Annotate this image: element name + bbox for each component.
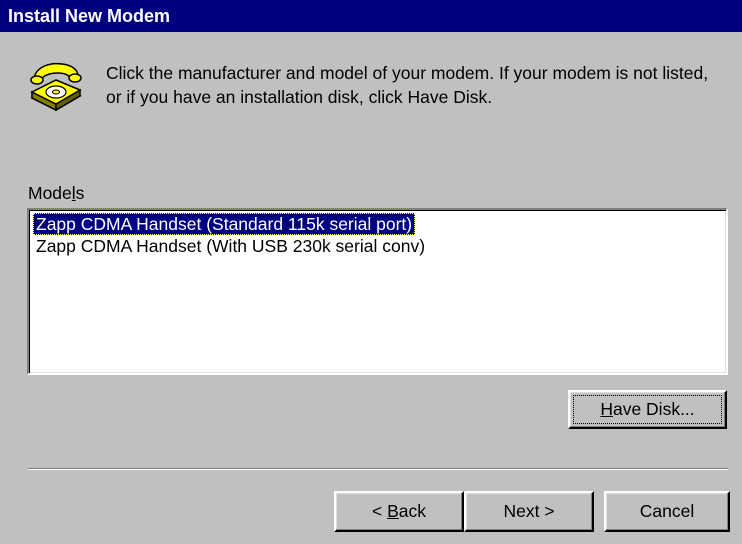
models-listbox[interactable]: Zapp CDMA Handset (Standard 115k serial …: [27, 208, 728, 375]
back-button[interactable]: < Back: [334, 491, 464, 532]
instructions-line-1: Click the manufacturer and model of your…: [106, 63, 709, 83]
window-title: Install New Modem: [8, 6, 171, 26]
next-button[interactable]: Next >: [464, 491, 594, 532]
install-new-modem-dialog: Install New Modem Click the manufacturer…: [0, 0, 742, 544]
title-bar[interactable]: Install New Modem: [0, 0, 742, 32]
instructions-text: Click the manufacturer and model of your…: [106, 61, 736, 109]
instructions-line-2: or if you have an installation disk, cli…: [106, 87, 493, 107]
separator: [28, 468, 728, 470]
model-item-usb[interactable]: Zapp CDMA Handset (With USB 230k serial …: [33, 235, 428, 257]
cancel-button[interactable]: Cancel: [604, 491, 730, 532]
have-disk-button[interactable]: Have Disk...: [568, 390, 727, 429]
model-item-standard[interactable]: Zapp CDMA Handset (Standard 115k serial …: [33, 213, 416, 235]
telephone-icon: [30, 62, 82, 112]
models-label: Models: [28, 183, 85, 203]
